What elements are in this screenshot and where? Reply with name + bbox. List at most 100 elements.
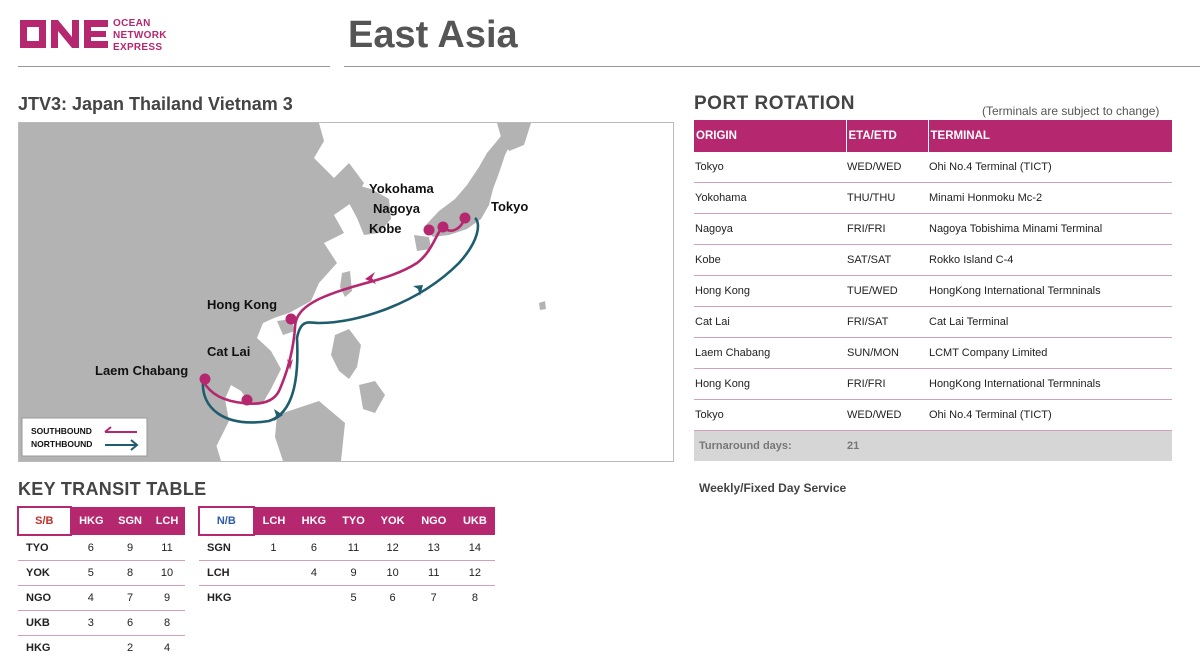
header-divider-left [18, 66, 330, 67]
cell-origin: Laem Chabang [694, 337, 846, 369]
column-header-eta-etd: ETA/ETD [846, 120, 929, 152]
brand-line-2: NETWORK [113, 30, 167, 41]
cell-terminal: Cat Lai Terminal [928, 306, 1172, 338]
turnaround-empty [928, 430, 1172, 461]
cell-eta-etd: FRI/SAT [846, 306, 928, 338]
terminal-change-note: (Terminals are subject to change) [982, 104, 1160, 118]
port-marker-laem-chabang [199, 373, 211, 385]
brand-tagline: OCEAN NETWORK EXPRESS [113, 18, 167, 54]
port-marker-tokyo [459, 212, 471, 224]
cell-origin: Tokyo [694, 399, 846, 431]
port-rotation-table: ORIGIN ETA/ETD TERMINAL Tokyo WED/WED Ohi … [694, 120, 1172, 461]
service-frequency-note: Weekly/Fixed Day Service [699, 481, 847, 495]
cell-eta-etd: SAT/SAT [846, 244, 928, 276]
page-title: East Asia [348, 14, 518, 56]
transit-days-cell: 9 [334, 560, 373, 586]
table-row: Laem Chabang SUN/MON LCMT Company Limited [694, 337, 1172, 369]
cell-eta-etd: TUE/WED [846, 275, 928, 307]
transit-row-port: YOK [18, 560, 71, 586]
turnaround-row: Turnaround days: 21 [694, 430, 1172, 461]
cell-terminal: Nagoya Tobishima Minami Terminal [928, 213, 1172, 245]
cell-terminal: Rokko Island C-4 [928, 244, 1172, 276]
label-kobe: Kobe [369, 221, 402, 236]
transit-row-port: HKG [207, 592, 232, 604]
transit-days-cell: 13 [412, 535, 455, 561]
transit-days-cell: 7 [111, 585, 149, 611]
label-hong-kong: Hong Kong [207, 297, 277, 312]
table-row: Hong Kong FRI/FRI HongKong International T… [694, 368, 1172, 400]
transit-days-cell [254, 586, 294, 611]
table-row: Kobe SAT/SAT Rokko Island C-4 [694, 244, 1172, 276]
port-marker-cat-lai [241, 394, 253, 406]
table-header-row: ORIGIN ETA/ETD TERMINAL [694, 120, 1172, 152]
transit-header-row: S/B HKG SGN LCH [17, 506, 185, 536]
transit-row-port: NGO [18, 585, 71, 611]
transit-column-header: NGO [412, 507, 455, 535]
label-cat-lai: Cat Lai [207, 344, 250, 359]
cell-terminal: Ohi No.4 Terminal (TICT) [928, 152, 1172, 183]
table-row: Nagoya FRI/FRI Nagoya Tobishima Minami Ter… [694, 213, 1172, 245]
cell-origin: Hong Kong [694, 275, 846, 307]
cell-eta-etd: THU/THU [846, 182, 928, 214]
table-row: Hong Kong TUE/WED HongKong International T… [694, 275, 1172, 307]
cell-terminal: Ohi No.4 Terminal (TICT) [928, 399, 1172, 431]
transit-days-cell: 5 [350, 592, 357, 604]
one-logo [20, 20, 108, 48]
transit-days-cell: 3 [70, 610, 112, 636]
route-map: Yokohama Nagoya Kobe Tokyo Hong Kong Cat… [18, 122, 674, 462]
transit-row-port: SGN [199, 535, 254, 561]
transit-days-cell: 4 [70, 585, 112, 611]
label-yokohama: Yokohama [369, 181, 435, 196]
transit-days-cell: 10 [149, 560, 185, 586]
transit-days-cell: 6 [111, 610, 149, 636]
transit-column-header: HKG [293, 507, 335, 535]
transit-column-header: LCH [149, 507, 185, 535]
transit-row-port: TYO [18, 535, 71, 561]
table-row: LCH 4 9 10 11 12 [199, 560, 495, 586]
transit-days-cell: 11 [149, 535, 185, 561]
transit-days-cell: 8 [111, 560, 149, 586]
southbound-direction-label: S/B [35, 515, 54, 527]
transit-column-header: TYO [334, 507, 373, 535]
cell-terminal: Minami Honmoku Mc-2 [928, 182, 1172, 214]
transit-days-cell: 14 [454, 535, 495, 561]
map-legend: SOUTHBOUND NORTHBOUND [21, 417, 148, 457]
table-row: UKB 3 6 8 [18, 610, 185, 636]
transit-days-cell: 11 [412, 560, 455, 586]
port-marker-nagoya [437, 221, 449, 233]
cell-origin: Kobe [694, 244, 846, 276]
port-rotation-title: PORT ROTATION [694, 93, 855, 114]
transit-column-header: UKB [454, 507, 495, 535]
transit-column-header: SGN [111, 507, 149, 535]
label-tokyo: Tokyo [491, 199, 528, 214]
label-laem-chabang: Laem Chabang [95, 363, 188, 378]
transit-days-cell [293, 586, 334, 611]
table-row: Cat Lai FRI/SAT Cat Lai Terminal [694, 306, 1172, 338]
table-row: NGO 4 7 9 [18, 585, 185, 611]
turnaround-label: Turnaround days: [694, 430, 846, 461]
cell-terminal: HongKong International Termninals [928, 368, 1172, 400]
transit-days-cell: 4 [293, 560, 335, 586]
cell-terminal: LCMT Company Limited [928, 337, 1172, 369]
cell-eta-etd: FRI/FRI [846, 368, 928, 400]
column-header-origin: ORIGIN [694, 120, 847, 152]
table-row: HKG 5 6 7 8 [199, 586, 495, 611]
cell-terminal: HongKong International Termninals [928, 275, 1172, 307]
port-marker-kobe [423, 224, 435, 236]
cell-eta-etd: FRI/FRI [846, 213, 928, 245]
port-marker-hong-kong [285, 313, 297, 325]
table-row: Tokyo WED/WED Ohi No.4 Terminal (TICT) [694, 152, 1172, 183]
header-divider-right [344, 66, 1200, 67]
transit-days-cell: 4 [163, 642, 171, 654]
turnaround-value: 21 [846, 430, 928, 461]
transit-days-cell: 8 [471, 592, 478, 604]
label-nagoya: Nagoya [373, 201, 421, 216]
transit-days-cell: 11 [334, 535, 373, 561]
table-row: Yokohama THU/THU Minami Honmoku Mc-2 [694, 182, 1172, 214]
legend-southbound: SOUTHBOUND [31, 426, 92, 436]
transit-column-header: YOK [372, 507, 413, 535]
cell-origin: Hong Kong [694, 368, 846, 400]
cell-eta-etd: SUN/MON [846, 337, 928, 369]
transit-days-cell: 2 [126, 642, 134, 654]
southbound-transit-table: S/B HKG SGN LCH TYO 6 9 11 YOK 5 8 10 NGO 4 7 9 UKB 3 6 8 HK… [17, 506, 185, 660]
